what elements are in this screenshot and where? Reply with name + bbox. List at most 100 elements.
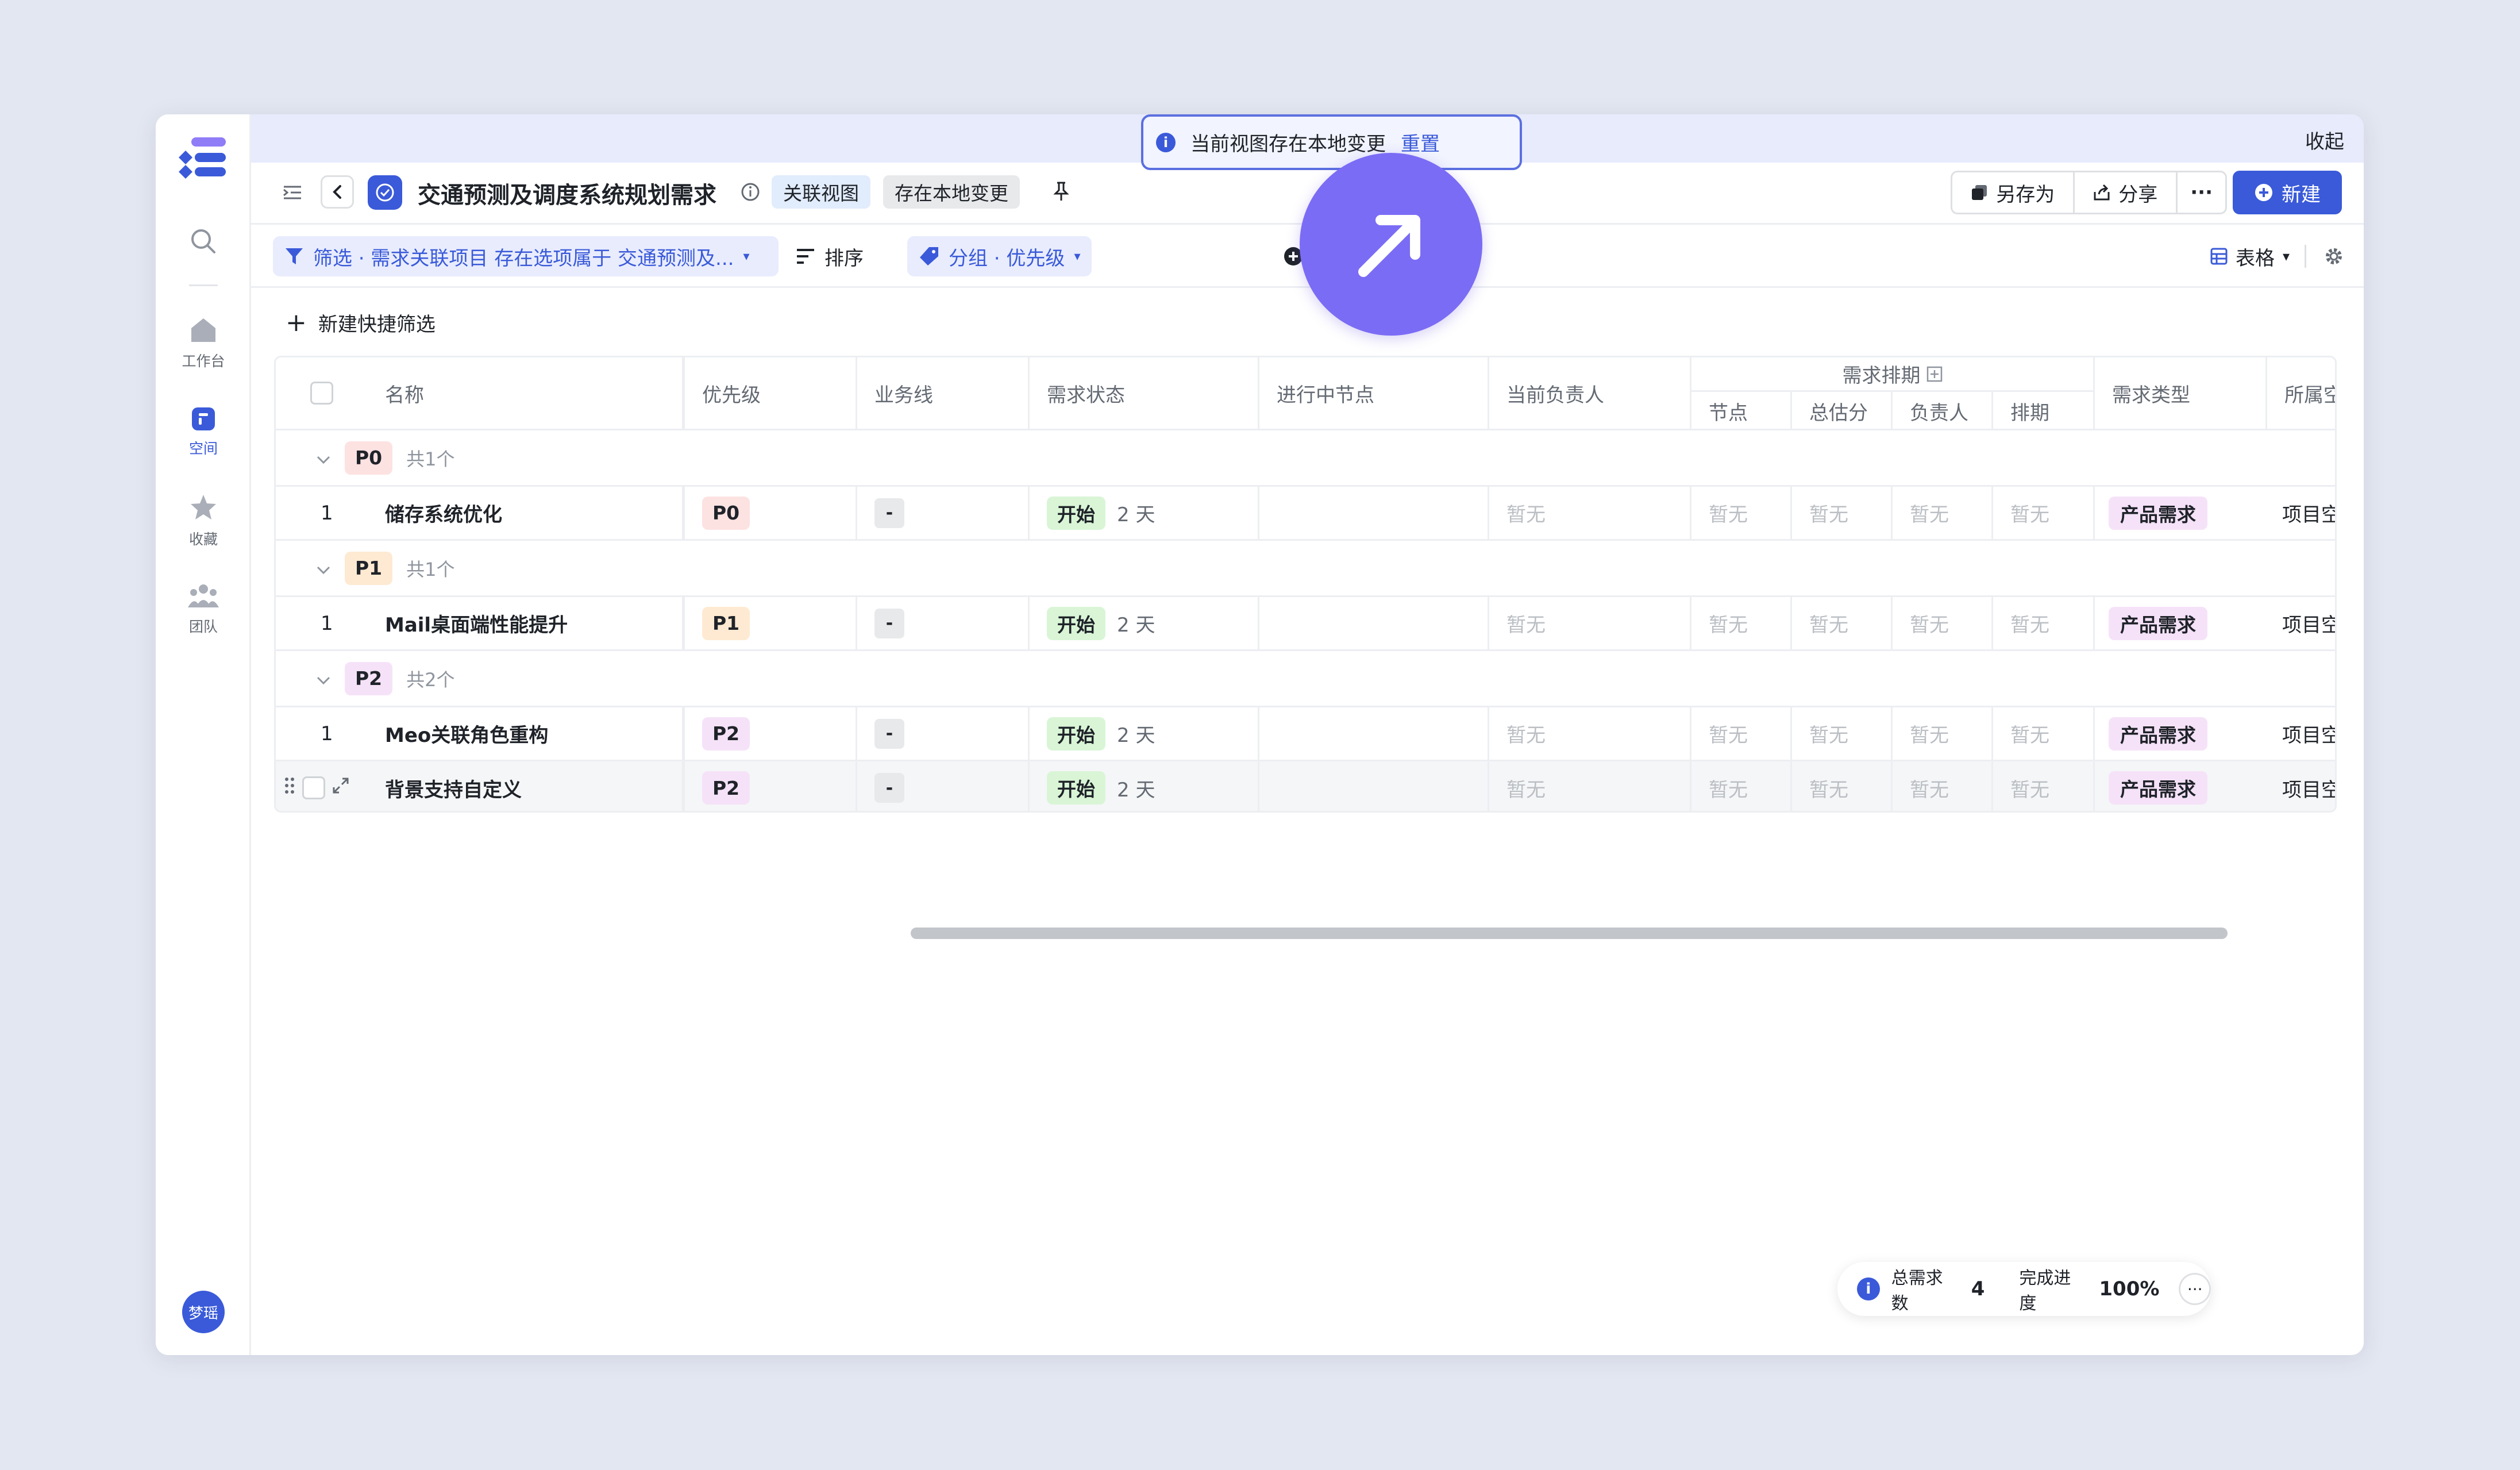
- new-button[interactable]: 新建: [2233, 171, 2342, 214]
- sub-score-cell[interactable]: 暂无: [1792, 707, 1893, 760]
- save-as-button[interactable]: 另存为: [1952, 172, 2073, 213]
- nav-item-team[interactable]: 团队: [156, 583, 251, 636]
- app-logo-icon[interactable]: [178, 136, 227, 179]
- sub-node-cell[interactable]: 暂无: [1691, 487, 1792, 539]
- sub-period-cell[interactable]: 暂无: [1993, 487, 2095, 539]
- group-header-p0[interactable]: P0 共1个: [276, 430, 2335, 487]
- type-badge[interactable]: 产品需求: [2109, 717, 2207, 751]
- type-badge[interactable]: 产品需求: [2109, 606, 2207, 640]
- row-checkbox[interactable]: [302, 776, 325, 799]
- node-cell[interactable]: [1259, 487, 1489, 539]
- status-badge[interactable]: 开始: [1047, 717, 1105, 751]
- collapse-button[interactable]: 收起: [2305, 126, 2344, 154]
- col-status[interactable]: 需求状态: [1030, 357, 1259, 429]
- table-row[interactable]: 1 Meo关联角色重构 P2 - 开始 2 天 暂无 暂无 暂无 暂无 暂无 产品…: [276, 707, 2335, 761]
- settings-button[interactable]: [2306, 246, 2364, 267]
- sub-owner-cell[interactable]: 暂无: [1893, 487, 1993, 539]
- owner-cell[interactable]: 暂无: [1489, 487, 1691, 539]
- col-priority[interactable]: 优先级: [685, 357, 857, 429]
- table-row[interactable]: 1 Mail桌面端性能提升 P1 - 开始 2 天 暂无 暂无 暂无 暂无 暂无 …: [276, 597, 2335, 651]
- reset-link[interactable]: 重置: [1401, 128, 1440, 156]
- type-badge[interactable]: 产品需求: [2109, 496, 2207, 530]
- pin-icon[interactable]: [1050, 180, 1073, 203]
- row-name[interactable]: Meo关联角色重构: [368, 707, 685, 760]
- priority-badge[interactable]: P1: [702, 606, 750, 640]
- business-line-value[interactable]: -: [874, 498, 904, 528]
- col-type[interactable]: 需求类型: [2095, 357, 2267, 429]
- group-header-p2[interactable]: P2 共2个: [276, 651, 2335, 707]
- col-schedule[interactable]: 需求排期: [1691, 357, 2093, 392]
- related-view-tag[interactable]: 关联视图: [772, 175, 870, 209]
- back-button[interactable]: [321, 175, 354, 209]
- col-sub-owner[interactable]: 负责人: [1893, 392, 1993, 430]
- sub-node-cell[interactable]: 暂无: [1691, 707, 1792, 760]
- space-cell[interactable]: 项目空: [2267, 597, 2335, 649]
- node-cell[interactable]: [1259, 597, 1489, 649]
- chevron-down-icon[interactable]: [316, 557, 331, 580]
- select-all-checkbox[interactable]: [310, 382, 333, 405]
- info-outline-icon[interactable]: [739, 181, 761, 203]
- status-badge[interactable]: 开始: [1047, 606, 1105, 640]
- share-button[interactable]: 分享: [2073, 172, 2176, 213]
- more-icon[interactable]: ···: [2179, 1273, 2211, 1305]
- sub-owner-cell[interactable]: 暂无: [1893, 761, 1993, 811]
- col-sub-node[interactable]: 节点: [1691, 392, 1792, 430]
- node-cell[interactable]: [1259, 707, 1489, 760]
- col-sub-period[interactable]: 排期: [1993, 392, 2095, 430]
- row-name[interactable]: 储存系统优化: [368, 487, 685, 539]
- group-button[interactable]: 分组 · 优先级 ▾: [907, 236, 1092, 276]
- new-quick-filter-button[interactable]: + 新建快捷筛选: [286, 309, 436, 337]
- nav-search[interactable]: [156, 227, 251, 258]
- status-badge[interactable]: 开始: [1047, 496, 1105, 530]
- nav-item-workbench[interactable]: 工作台: [156, 317, 251, 371]
- group-header-p1[interactable]: P1 共1个: [276, 541, 2335, 597]
- business-line-value[interactable]: -: [874, 773, 904, 803]
- sort-button[interactable]: 排序: [784, 236, 875, 276]
- priority-badge[interactable]: P2: [702, 771, 750, 805]
- owner-cell[interactable]: 暂无: [1489, 707, 1691, 760]
- chevron-down-icon[interactable]: [316, 667, 331, 690]
- local-change-tag[interactable]: 存在本地变更: [883, 175, 1020, 209]
- view-type-dropdown[interactable]: 表格 ▾: [2195, 236, 2305, 276]
- priority-badge[interactable]: P0: [702, 496, 750, 530]
- col-name[interactable]: 名称: [368, 357, 685, 429]
- type-badge[interactable]: 产品需求: [2109, 771, 2207, 805]
- sub-score-cell[interactable]: 暂无: [1792, 761, 1893, 811]
- col-space[interactable]: 所属空: [2267, 357, 2335, 429]
- nav-item-favorites[interactable]: 收藏: [156, 494, 251, 549]
- business-line-value[interactable]: -: [874, 718, 904, 749]
- row-name[interactable]: Mail桌面端性能提升: [368, 597, 685, 649]
- space-cell[interactable]: 项目空: [2267, 707, 2335, 760]
- table-row[interactable]: 1 储存系统优化 P0 - 开始 2 天 暂无 暂无 暂无 暂无 暂无 产品需求 …: [276, 487, 2335, 541]
- table-row[interactable]: 背景支持自定义 P2 - 开始 2 天 暂无 暂无 暂无 暂无 暂无 产品需求 项…: [276, 761, 2335, 811]
- sub-owner-cell[interactable]: 暂无: [1893, 707, 1993, 760]
- row-name[interactable]: 背景支持自定义: [368, 761, 685, 811]
- sub-node-cell[interactable]: 暂无: [1691, 761, 1792, 811]
- more-button[interactable]: ···: [2176, 172, 2225, 213]
- nav-item-space[interactable]: 空间: [156, 407, 251, 458]
- sub-score-cell[interactable]: 暂无: [1792, 597, 1893, 649]
- sub-node-cell[interactable]: 暂无: [1691, 597, 1792, 649]
- expand-row-icon[interactable]: [332, 776, 349, 799]
- col-node[interactable]: 进行中节点: [1259, 357, 1489, 429]
- space-cell[interactable]: 项目空: [2267, 761, 2335, 811]
- sub-score-cell[interactable]: 暂无: [1792, 487, 1893, 539]
- horizontal-scrollbar[interactable]: [911, 928, 2228, 939]
- sub-period-cell[interactable]: 暂无: [1993, 597, 2095, 649]
- status-badge[interactable]: 开始: [1047, 771, 1105, 805]
- sidebar-toggle-icon[interactable]: [280, 180, 305, 205]
- business-line-value[interactable]: -: [874, 608, 904, 638]
- sub-owner-cell[interactable]: 暂无: [1893, 597, 1993, 649]
- owner-cell[interactable]: 暂无: [1489, 761, 1691, 811]
- filter-button[interactable]: 筛选 · 需求关联项目 存在选项属于 交通预测及... ▾: [273, 236, 779, 276]
- col-sub-score[interactable]: 总估分: [1792, 392, 1893, 430]
- owner-cell[interactable]: 暂无: [1489, 597, 1691, 649]
- col-business[interactable]: 业务线: [857, 357, 1030, 429]
- priority-badge[interactable]: P2: [702, 717, 750, 751]
- node-cell[interactable]: [1259, 761, 1489, 811]
- col-owner[interactable]: 当前负责人: [1489, 357, 1691, 429]
- space-cell[interactable]: 项目空: [2267, 487, 2335, 539]
- avatar[interactable]: 梦瑶: [182, 1291, 225, 1333]
- drag-handle-icon[interactable]: [284, 776, 295, 801]
- sub-period-cell[interactable]: 暂无: [1993, 707, 2095, 760]
